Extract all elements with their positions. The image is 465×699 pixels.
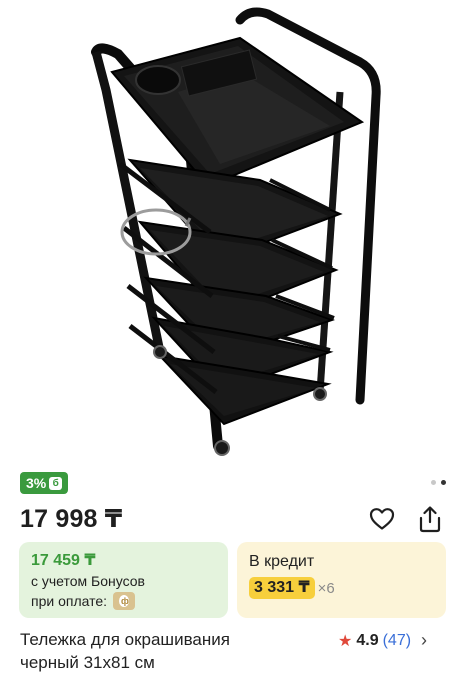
rating-link[interactable]: ★ 4.9 (47) › [338, 630, 427, 651]
chevron-right-icon[interactable]: › [421, 630, 427, 651]
share-button[interactable] [416, 505, 444, 533]
product-price: 17 998 ₸ [20, 505, 123, 533]
star-icon: ★ [338, 632, 353, 650]
bonus-percent-badge: 3% б [20, 472, 69, 494]
bonus-line-2-row: при оплате: ф [31, 591, 216, 611]
bonus-b-icon: б [49, 476, 63, 490]
bonus-percent-label: 3% [26, 475, 47, 491]
product-image[interactable] [0, 0, 465, 468]
favorite-button[interactable] [368, 505, 396, 533]
product-title: Тележка для окрашивания черный 31х81 см [20, 628, 320, 674]
product-title-line-2: черный 31х81 см [20, 653, 155, 672]
product-photo-trolley [91, 7, 381, 456]
payment-coin-icon: ф [113, 592, 136, 610]
rating-count[interactable]: (47) [383, 632, 411, 650]
product-title-line-1: Тележка для окрашивания [20, 630, 230, 649]
heart-icon [369, 508, 395, 530]
rating-score: 4.9 [356, 631, 379, 649]
pager-dot-active[interactable] [441, 480, 446, 485]
image-pager[interactable] [431, 480, 446, 485]
credit-title: В кредит [249, 553, 315, 570]
bonus-line-2: при оплате: [31, 593, 108, 609]
credit-multiplier: ×6 [317, 579, 335, 597]
credit-amount-row: 3 331 ₸ ×6 [249, 577, 434, 599]
pager-dot[interactable] [431, 480, 436, 485]
bonus-line-1: с учетом Бонусов [31, 573, 145, 589]
credit-monthly-amount: 3 331 ₸ [249, 577, 315, 599]
credit-card[interactable]: В кредит 3 331 ₸ ×6 [237, 542, 446, 618]
bonus-price-card[interactable]: 17 459 ₸ с учетом Бонусов при оплате: ф [19, 542, 228, 618]
share-icon [419, 506, 441, 533]
bonus-price: 17 459 ₸ [31, 552, 96, 569]
